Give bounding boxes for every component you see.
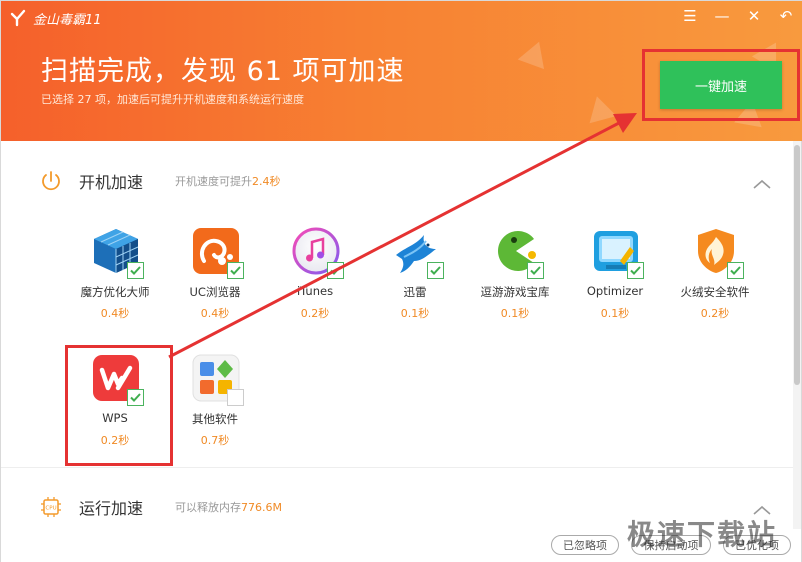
app-title: 金山毒霸11 xyxy=(33,12,102,28)
one-key-speedup-button[interactable]: 一键加速 xyxy=(660,61,782,109)
app-name: WPS xyxy=(102,411,128,425)
window-controls: ☰ — ✕ ↶ xyxy=(681,7,795,25)
run-section-desc: 可以释放内存776.6M xyxy=(175,499,282,515)
app-time: 0.7秒 xyxy=(200,434,230,447)
app-name: Optimizer xyxy=(586,284,644,298)
title-bar: 金山毒霸11 xyxy=(9,7,102,29)
power-icon xyxy=(39,169,63,193)
back-icon[interactable]: ↶ xyxy=(777,7,795,25)
app-time: 0.2秒 xyxy=(300,307,330,320)
checked-checkbox[interactable] xyxy=(527,262,544,279)
scan-subline: 已选择 27 项，加速后可提升开机速度和系统运行速度 xyxy=(41,93,304,106)
checked-checkbox[interactable] xyxy=(427,262,444,279)
app-time: 0.2秒 xyxy=(100,434,130,447)
close-icon[interactable]: ✕ xyxy=(745,7,763,25)
run-desc-value: 776.6M xyxy=(241,501,282,514)
unchecked-checkbox[interactable] xyxy=(227,389,244,406)
app-time: 0.1秒 xyxy=(400,307,430,320)
app-item[interactable]: 其他软件 0.7秒 xyxy=(170,354,260,464)
cpu-icon: CPU xyxy=(39,495,63,519)
checked-checkbox[interactable] xyxy=(127,262,144,279)
app-name: 其他软件 xyxy=(192,412,238,426)
section-divider xyxy=(1,467,793,468)
app-name: 逗游游戏宝库 xyxy=(480,285,550,299)
app-window: 金山毒霸11 ☰ — ✕ ↶ 扫描完成，发现 61 项可加速 已选择 27 项，… xyxy=(0,0,802,562)
boot-speedup-section-header: 开机加速 开机速度可提升2.4秒 xyxy=(1,161,793,201)
app-item[interactable]: 火绒安全软件 0.2秒 xyxy=(670,227,760,337)
run-desc-prefix: 可以释放内存 xyxy=(175,501,241,514)
duba-logo-icon xyxy=(9,9,27,27)
app-time: 0.4秒 xyxy=(100,307,130,320)
checked-checkbox[interactable] xyxy=(327,262,344,279)
svg-text:CPU: CPU xyxy=(45,506,56,512)
app-time: 0.2秒 xyxy=(700,307,730,320)
ignored-items-button[interactable]: 已忽略项 xyxy=(551,535,619,555)
app-name: 火绒安全软件 xyxy=(680,285,750,299)
app-item[interactable]: Optimizer 0.1秒 xyxy=(570,227,660,337)
app-item[interactable]: WPS 0.2秒 xyxy=(70,354,160,464)
vertical-scrollbar[interactable] xyxy=(793,141,801,531)
app-item[interactable]: UC浏览器 0.4秒 xyxy=(170,227,260,337)
minimize-icon[interactable]: — xyxy=(713,7,731,25)
collapse-chevron-icon[interactable] xyxy=(753,175,771,189)
run-section-title: 运行加速 xyxy=(79,499,144,518)
app-name: UC浏览器 xyxy=(189,285,241,299)
highlight-box-button: 一键加速 xyxy=(642,49,800,121)
app-name: 魔方优化大师 xyxy=(80,285,150,299)
app-time: 0.1秒 xyxy=(600,307,630,320)
checked-checkbox[interactable] xyxy=(727,262,744,279)
boot-section-title: 开机加速 xyxy=(79,173,144,192)
boot-desc-prefix: 开机速度可提升 xyxy=(175,175,252,188)
checked-checkbox[interactable] xyxy=(627,262,644,279)
boot-desc-value: 2.4秒 xyxy=(252,175,281,188)
scrollbar-thumb[interactable] xyxy=(794,145,800,385)
app-item[interactable]: 魔方优化大师 0.4秒 xyxy=(70,227,160,337)
app-item[interactable]: iTunes 0.2秒 xyxy=(270,227,360,337)
boot-section-desc: 开机速度可提升2.4秒 xyxy=(175,173,281,189)
app-item[interactable]: 迅雷 0.1秒 xyxy=(370,227,460,337)
app-time: 0.1秒 xyxy=(500,307,530,320)
menu-icon[interactable]: ☰ xyxy=(681,7,699,25)
checked-checkbox[interactable] xyxy=(127,389,144,406)
app-time: 0.4秒 xyxy=(200,307,230,320)
collapse-chevron-icon[interactable] xyxy=(753,501,771,515)
scan-headline: 扫描完成，发现 61 项可加速 xyxy=(41,56,405,87)
watermark-text: 极速下载站 xyxy=(627,518,778,551)
app-name: iTunes xyxy=(296,284,334,298)
app-item[interactable]: 逗游游戏宝库 0.1秒 xyxy=(470,227,560,337)
checked-checkbox[interactable] xyxy=(227,262,244,279)
app-name: 迅雷 xyxy=(403,285,427,299)
